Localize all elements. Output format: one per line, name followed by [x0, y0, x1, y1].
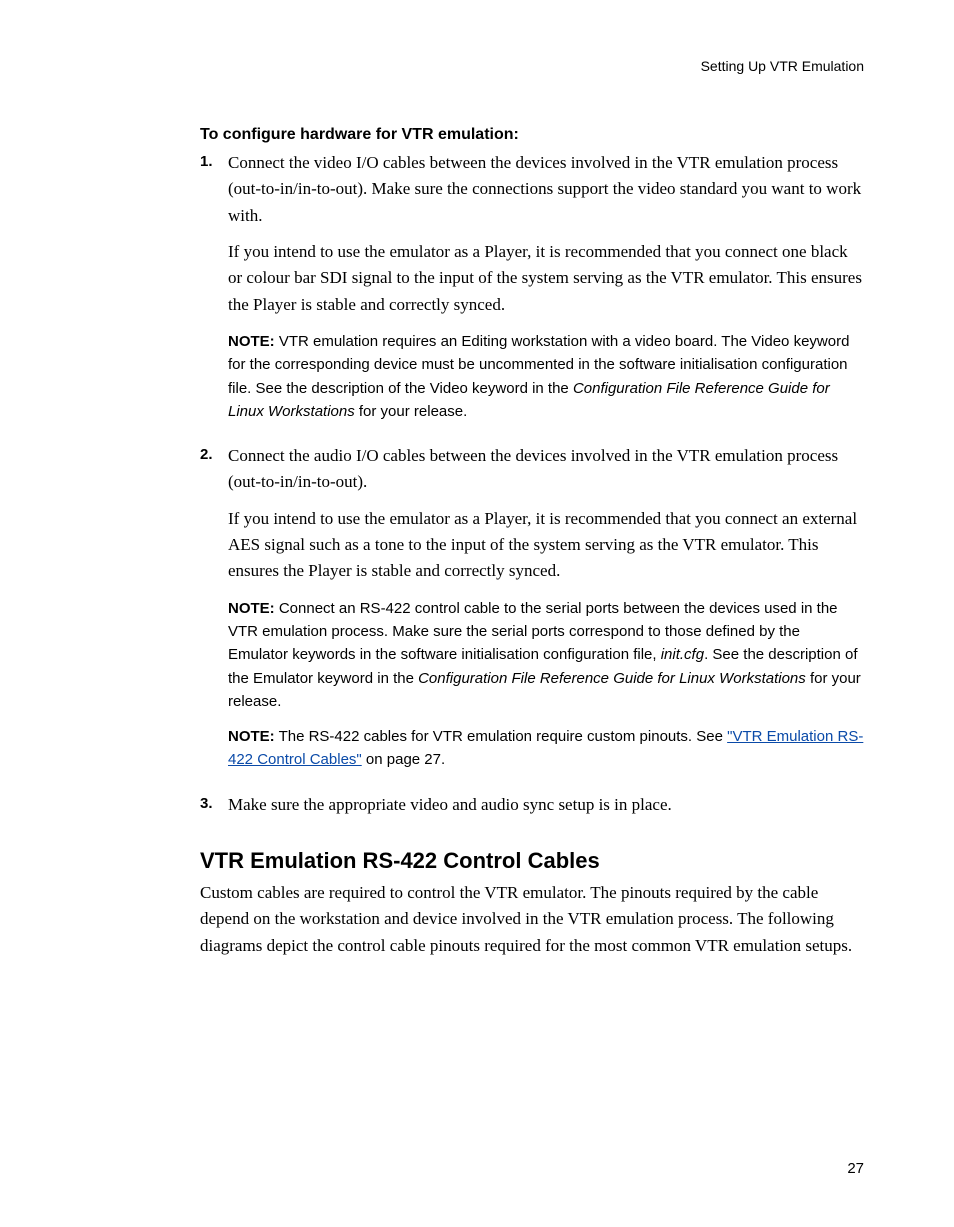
note2-text-after: on page 27.: [362, 751, 445, 768]
step-1: Connect the video I/O cables between the…: [200, 150, 864, 423]
step-2-note-2: NOTE: The RS-422 cables for VTR emulatio…: [228, 725, 864, 772]
note1-italic-2: Configuration File Reference Guide for L…: [418, 670, 806, 687]
step-2: Connect the audio I/O cables between the…: [200, 443, 864, 771]
steps-list: Connect the video I/O cables between the…: [200, 150, 864, 818]
step-2-note-1: NOTE: Connect an RS-422 control cable to…: [228, 597, 864, 713]
subsection-heading: VTR Emulation RS-422 Control Cables: [200, 848, 864, 874]
step-3-para-1: Make sure the appropriate video and audi…: [228, 792, 864, 818]
note-label: NOTE:: [228, 600, 275, 617]
note-text-after: for your release.: [355, 403, 468, 420]
note1-italic-1: init.cfg: [661, 646, 704, 663]
note-label: NOTE:: [228, 333, 275, 350]
step-1-para-1: Connect the video I/O cables between the…: [228, 150, 864, 229]
note2-text-before: The RS-422 cables for VTR emulation requ…: [275, 728, 727, 745]
subsection-para: Custom cables are required to control th…: [200, 880, 864, 959]
section-lead: To configure hardware for VTR emulation:: [200, 126, 864, 144]
step-2-para-2: If you intend to use the emulator as a P…: [228, 506, 864, 585]
step-3: Make sure the appropriate video and audi…: [200, 792, 864, 818]
step-2-para-1: Connect the audio I/O cables between the…: [228, 443, 864, 496]
step-1-para-2: If you intend to use the emulator as a P…: [228, 239, 864, 318]
step-1-note: NOTE: VTR emulation requires an Editing …: [228, 330, 864, 423]
running-head: Setting Up VTR Emulation: [200, 58, 864, 74]
page-number: 27: [847, 1160, 864, 1177]
note-label: NOTE:: [228, 728, 275, 745]
